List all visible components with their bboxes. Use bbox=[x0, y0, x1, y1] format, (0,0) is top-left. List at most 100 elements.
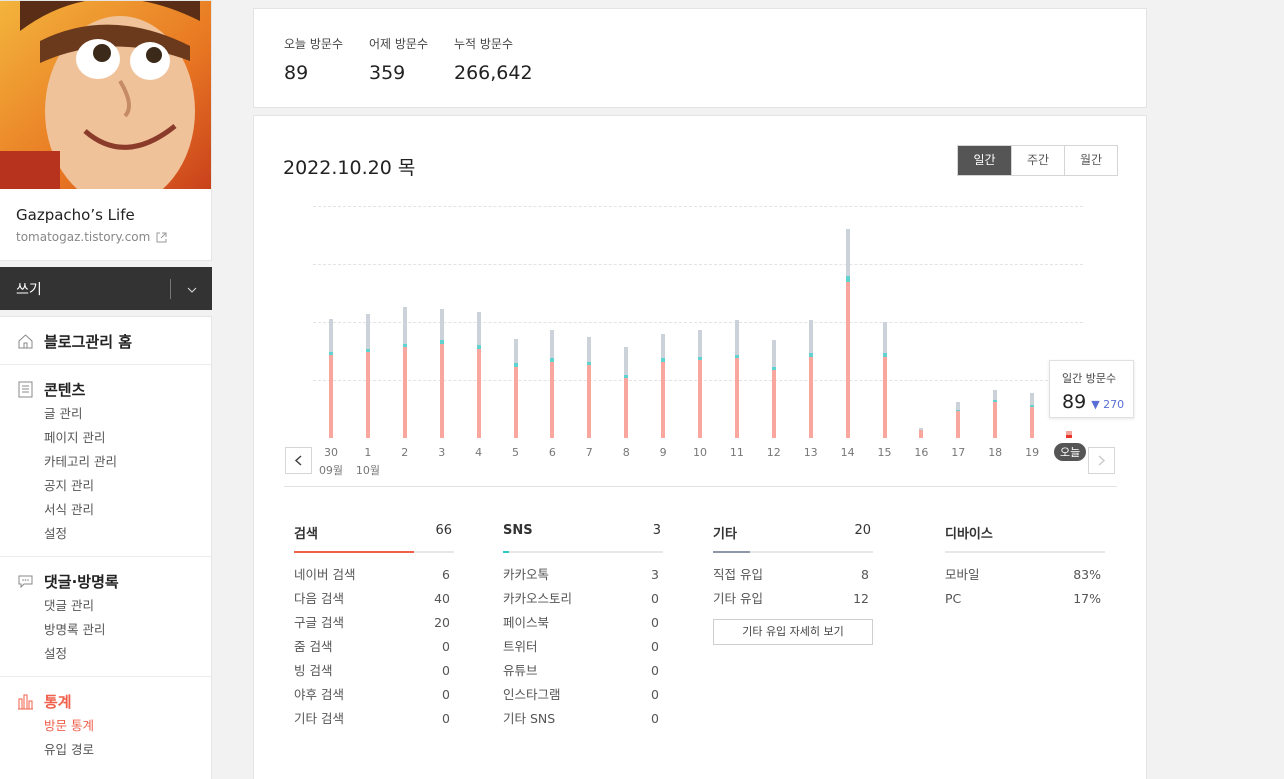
chart-bar-기타[interactable] bbox=[624, 346, 629, 375]
sidebar-item-contents[interactable]: 콘텐츠 bbox=[0, 376, 211, 402]
blog-url-text[interactable]: tomatogaz.tistory.com bbox=[16, 230, 150, 244]
list-item-label: 기타 검색 bbox=[294, 711, 344, 726]
list-item-label: 페이스북 bbox=[503, 615, 550, 630]
chart-bar-SNS[interactable] bbox=[882, 353, 887, 357]
chart-bar-검색[interactable] bbox=[919, 429, 924, 438]
chart-bar-기타[interactable] bbox=[402, 307, 407, 344]
list-item-label: 기타 SNS bbox=[503, 711, 556, 726]
chart-bar-SNS[interactable] bbox=[439, 340, 444, 344]
chart-bar-검색[interactable] bbox=[661, 361, 666, 438]
chart-bar-검색[interactable] bbox=[882, 356, 887, 438]
sidebar-sub-guestbook-manage[interactable]: 방명록 관리 bbox=[0, 618, 211, 642]
chart-bar-검색[interactable] bbox=[402, 346, 407, 438]
chart-bar-SNS[interactable] bbox=[661, 358, 666, 362]
sns-total: 3 bbox=[652, 523, 661, 538]
chart-bar-기타[interactable] bbox=[661, 333, 666, 359]
chart-bar-기타[interactable] bbox=[513, 338, 518, 364]
device-list: 모바일 83% PC 17% bbox=[945, 563, 1105, 611]
chart-bar-검색[interactable] bbox=[550, 361, 555, 438]
chart-bar-기타[interactable] bbox=[587, 336, 592, 362]
sidebar-item-stats[interactable]: 통계 bbox=[0, 688, 211, 714]
chart-bar-SNS[interactable] bbox=[329, 351, 333, 356]
chart-bar-검색[interactable] bbox=[439, 343, 444, 438]
sidebar-sub-visit-stats[interactable]: 방문 통계 bbox=[0, 714, 211, 738]
x-tick-label: 4 bbox=[475, 446, 483, 459]
chart-bar-기타[interactable] bbox=[1066, 431, 1072, 435]
chart-bar-SNS[interactable] bbox=[771, 366, 776, 371]
chart-bar-검색[interactable] bbox=[956, 411, 961, 438]
chart-next-button[interactable] bbox=[1088, 447, 1115, 474]
sidebar-sub-posts[interactable]: 글 관리 bbox=[0, 402, 211, 426]
chart-bar-SNS[interactable] bbox=[734, 355, 739, 359]
chart-bar-SNS[interactable] bbox=[402, 343, 407, 347]
chart-bar-검색[interactable] bbox=[845, 282, 850, 438]
chart-bar-기타[interactable] bbox=[808, 320, 813, 354]
sidebar-sub-comment-settings[interactable]: 설정 bbox=[0, 642, 211, 666]
chart-bar-SNS[interactable] bbox=[845, 275, 850, 283]
chart-bar-SNS[interactable] bbox=[698, 356, 702, 361]
chart-bar-검색[interactable] bbox=[734, 358, 739, 438]
chart-bar-검색[interactable] bbox=[587, 365, 592, 438]
write-button[interactable]: 쓰기 bbox=[0, 279, 170, 299]
sidebar-item-comments[interactable]: 댓글·방명록 bbox=[0, 568, 211, 594]
chart-bar-기타[interactable] bbox=[956, 401, 961, 410]
chart-bar-기타[interactable] bbox=[1030, 393, 1035, 405]
total-visits: 누적 방문수 266,642 bbox=[454, 35, 533, 84]
sidebar-item-label: 블로그관리 홈 bbox=[44, 332, 133, 351]
chart-bar-SNS[interactable] bbox=[513, 363, 518, 367]
chart-bar-기타[interactable] bbox=[329, 318, 333, 352]
sidebar-sub-content-settings[interactable]: 설정 bbox=[0, 522, 211, 546]
external-link-icon[interactable] bbox=[156, 232, 167, 243]
chart-bar-검색[interactable] bbox=[365, 351, 370, 438]
chart-bar-SNS[interactable] bbox=[956, 409, 961, 412]
chart-bar-검색[interactable] bbox=[808, 356, 813, 438]
chart-bar-SNS[interactable] bbox=[587, 361, 592, 366]
chart-bar-검색[interactable] bbox=[698, 360, 702, 438]
chart-bar-기타[interactable] bbox=[734, 320, 739, 356]
chart-bar-검색[interactable] bbox=[513, 366, 518, 438]
chart-bar-SNS[interactable] bbox=[1030, 404, 1035, 407]
chart-bar-검색[interactable] bbox=[624, 378, 629, 438]
chart-bar-검색[interactable] bbox=[1030, 406, 1035, 438]
sidebar-sub-categories[interactable]: 카테고리 관리 bbox=[0, 450, 211, 474]
sidebar-sub-pages[interactable]: 페이지 관리 bbox=[0, 426, 211, 450]
chart-bar-SNS[interactable] bbox=[365, 348, 370, 352]
sidebar-sub-referrer[interactable]: 유입 경로 bbox=[0, 738, 211, 762]
chart-bar-기타[interactable] bbox=[550, 330, 555, 359]
x-tick-label: 3 bbox=[438, 446, 446, 459]
chevron-down-icon[interactable] bbox=[171, 282, 212, 296]
chart-bar-검색[interactable] bbox=[993, 401, 998, 438]
chart-bar-기타[interactable] bbox=[698, 330, 702, 357]
chart-bar-기타[interactable] bbox=[882, 322, 887, 354]
sidebar-sub-templates[interactable]: 서식 관리 bbox=[0, 498, 211, 522]
chart-bar-검색[interactable] bbox=[476, 348, 481, 438]
chart-bar-기타[interactable] bbox=[919, 428, 924, 430]
chart-bar-SNS[interactable] bbox=[550, 358, 555, 362]
chart-bar-기타[interactable] bbox=[439, 308, 444, 341]
blog-name[interactable]: Gazpacho’s Life bbox=[0, 189, 211, 224]
chart-bar-SNS[interactable] bbox=[476, 345, 481, 349]
chart-bar-SNS[interactable] bbox=[624, 375, 629, 379]
chart-bar-SNS[interactable] bbox=[808, 353, 813, 357]
chart-bar-기타[interactable] bbox=[993, 389, 998, 400]
chart-bar-기타[interactable] bbox=[476, 312, 481, 346]
sidebar-item-home[interactable]: 블로그관리 홈 bbox=[0, 328, 211, 354]
sidebar-sub-comment-manage[interactable]: 댓글 관리 bbox=[0, 594, 211, 618]
blog-url[interactable]: tomatogaz.tistory.com bbox=[0, 224, 211, 244]
device-heading: 디바이스 bbox=[945, 527, 993, 542]
chart-bar-검색[interactable] bbox=[771, 370, 776, 438]
chart-bar-검색[interactable] bbox=[329, 355, 333, 438]
chart-bar-기타[interactable] bbox=[771, 340, 776, 367]
avatar[interactable] bbox=[0, 1, 211, 189]
menu-group-home: 블로그관리 홈 bbox=[0, 317, 211, 365]
chart-bar-기타[interactable] bbox=[365, 313, 370, 349]
today-visits-value: 89 bbox=[284, 62, 309, 84]
chart-prev-button[interactable] bbox=[285, 447, 312, 474]
chevron-left-icon bbox=[295, 455, 302, 466]
list-item: 트위터 0 bbox=[503, 635, 663, 659]
sidebar-sub-notices[interactable]: 공지 관리 bbox=[0, 474, 211, 498]
etc-detail-button[interactable]: 기타 유입 자세히 보기 bbox=[713, 619, 873, 645]
chart-bar-검색[interactable] bbox=[1066, 434, 1072, 438]
chart-bar-기타[interactable] bbox=[845, 229, 850, 276]
chart-bar-SNS[interactable] bbox=[993, 399, 998, 402]
